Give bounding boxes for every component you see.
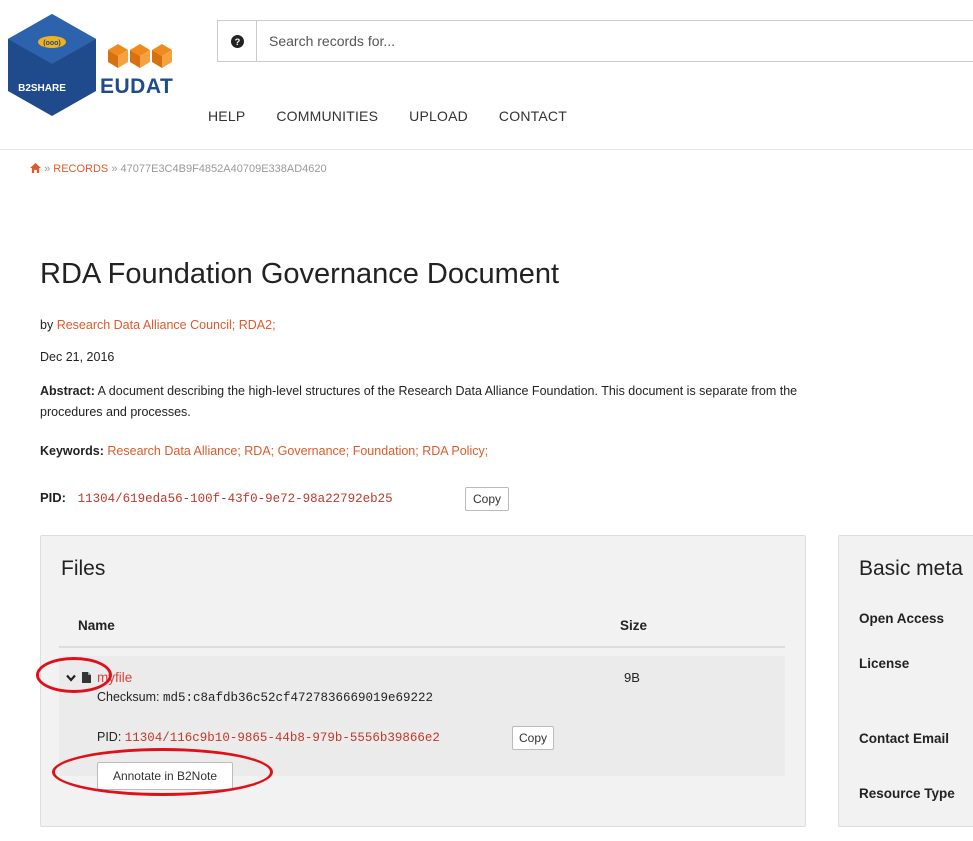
main-nav: HELP COMMUNITIES UPLOAD CONTACT <box>208 108 567 124</box>
question-circle-icon: ? <box>230 34 244 48</box>
home-icon[interactable] <box>30 163 41 173</box>
header-divider <box>0 149 973 150</box>
abstract-text-line2: procedures and processes. <box>40 405 191 419</box>
breadcrumb-current: 47077E3C4B9F4852A40709E338AD4620 <box>120 163 327 175</box>
creator-link[interactable]: RDA2; <box>239 318 276 332</box>
pid-value[interactable]: 11304/619eda56-100f-43f0-9e72-98a22792eb… <box>78 492 393 506</box>
file-size: 9B <box>624 670 640 685</box>
keyword-link[interactable]: Research Data Alliance; <box>107 444 240 458</box>
eudat-cubes-icon <box>108 44 172 68</box>
annotation-circle-expand <box>36 657 112 693</box>
basic-metadata-title: Basic meta <box>859 557 963 580</box>
files-col-name: Name <box>78 618 115 633</box>
breadcrumb: » RECORDS » 47077E3C4B9F4852A40709E338AD… <box>30 163 327 175</box>
license-label: License <box>859 656 910 671</box>
keyword-link[interactable]: RDA Policy; <box>422 444 488 458</box>
copy-file-pid-button[interactable]: Copy <box>512 726 554 750</box>
record-keywords: Keywords: Research Data Alliance; RDA; G… <box>40 444 488 458</box>
contact-email-label: Contact Email <box>859 731 950 746</box>
svg-text:?: ? <box>234 36 240 46</box>
search-help-button[interactable]: ? <box>218 21 257 61</box>
breadcrumb-records-link[interactable]: RECORDS <box>53 163 108 175</box>
record-abstract: Abstract: A document describing the high… <box>40 381 973 423</box>
files-col-size: Size <box>620 618 648 633</box>
checksum-value: md5:c8afdb36c52cf4727836669019e69222 <box>163 691 434 705</box>
annotation-circle-b2note <box>52 748 273 796</box>
pid-label: PID: <box>40 490 66 505</box>
checksum-label: Checksum: <box>97 690 160 704</box>
copy-pid-button[interactable]: Copy <box>465 487 509 511</box>
abstract-text-line1: A document describing the high-level str… <box>97 384 798 398</box>
keywords-label: Keywords: <box>40 444 104 458</box>
file-checksum: Checksum: md5:c8afdb36c52cf4727836669019… <box>97 690 433 705</box>
breadcrumb-separator: » <box>44 163 51 175</box>
open-access-label: Open Access <box>859 611 945 626</box>
record-title: RDA Foundation Governance Document <box>40 258 560 290</box>
keyword-link[interactable]: Governance; <box>278 444 350 458</box>
eudat-logo[interactable]: EUDAT <box>100 40 180 100</box>
record-pid: PID: 11304/619eda56-100f-43f0-9e72-98a22… <box>40 490 393 506</box>
nav-help[interactable]: HELP <box>208 108 245 124</box>
b2share-logo[interactable]: (ooo) B2SHARE <box>6 12 98 118</box>
abstract-label: Abstract: <box>40 384 95 398</box>
files-title: Files <box>61 557 106 580</box>
search-bar: ? <box>217 20 973 62</box>
eudat-logo-text: EUDAT <box>100 75 174 98</box>
file-pid: PID: 11304/116c9b10-9865-44b8-979b-5556b… <box>97 730 440 745</box>
record-creators: by Research Data Alliance Council; RDA2; <box>40 318 276 332</box>
svg-text:(ooo): (ooo) <box>43 40 61 47</box>
resource-type-label: Resource Type <box>859 786 955 801</box>
nav-contact[interactable]: CONTACT <box>499 108 567 124</box>
by-label: by <box>40 318 54 332</box>
nav-communities[interactable]: COMMUNITIES <box>276 108 378 124</box>
files-header-divider <box>59 646 785 648</box>
file-pid-label: PID: <box>97 730 122 744</box>
breadcrumb-separator: » <box>111 163 118 175</box>
nav-upload[interactable]: UPLOAD <box>409 108 468 124</box>
record-date: Dec 21, 2016 <box>40 350 115 364</box>
keyword-link[interactable]: RDA; <box>244 444 274 458</box>
b2share-logo-text: B2SHARE <box>18 83 66 94</box>
keyword-link[interactable]: Foundation; <box>353 444 419 458</box>
file-pid-value[interactable]: 11304/116c9b10-9865-44b8-979b-5556b39866… <box>125 731 440 745</box>
creator-link[interactable]: Research Data Alliance Council; <box>57 318 236 332</box>
search-input[interactable] <box>257 21 973 61</box>
